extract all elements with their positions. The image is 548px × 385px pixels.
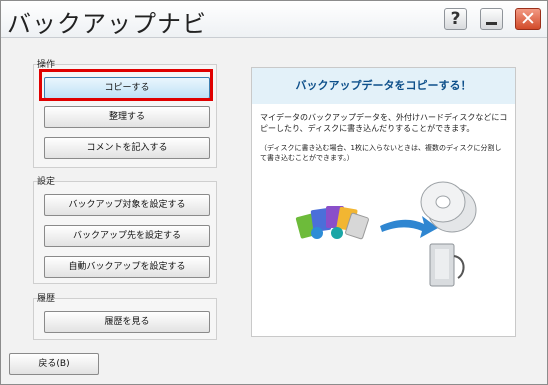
set-auto-backup-button[interactable]: 自動バックアップを設定する — [44, 256, 210, 278]
window-title: バックアップナビ — [7, 10, 207, 38]
view-history-button[interactable]: 履歴を見る — [44, 311, 210, 333]
set-backup-destination-button[interactable]: バックアップ先を設定する — [44, 225, 210, 247]
copy-button-highlight — [39, 69, 213, 101]
close-button[interactable]: ✕ — [515, 8, 541, 30]
copy-illustration — [295, 181, 477, 287]
back-button[interactable]: 戻る(B) — [9, 353, 99, 375]
data-files-icon — [295, 206, 369, 240]
info-panel: バックアップデータをコピーする！ マイデータのバックアップデータを、外付けハード… — [251, 67, 516, 337]
settings-group: バックアップ対象を設定する バックアップ先を設定する 自動バックアップを設定する — [33, 181, 217, 284]
minimize-icon — [486, 22, 497, 25]
set-backup-target-button[interactable]: バックアップ対象を設定する — [44, 194, 210, 216]
backup-navi-window: バックアップナビ ? ✕ コピーする 整理する コメントを記入する 操作 バック… — [0, 0, 548, 385]
external-hdd-icon — [429, 243, 465, 287]
help-button[interactable]: ? — [444, 8, 467, 30]
arrow-icon — [380, 216, 438, 238]
organize-button[interactable]: 整理する — [44, 106, 210, 128]
add-comment-button[interactable]: コメントを記入する — [44, 137, 210, 159]
history-group: 履歴を見る — [33, 298, 217, 340]
settings-group-label: 設定 — [37, 177, 56, 187]
title-bar: バックアップナビ ? ✕ — [1, 1, 547, 38]
history-group-label: 履歴 — [37, 294, 56, 304]
minimize-button[interactable] — [480, 8, 503, 30]
